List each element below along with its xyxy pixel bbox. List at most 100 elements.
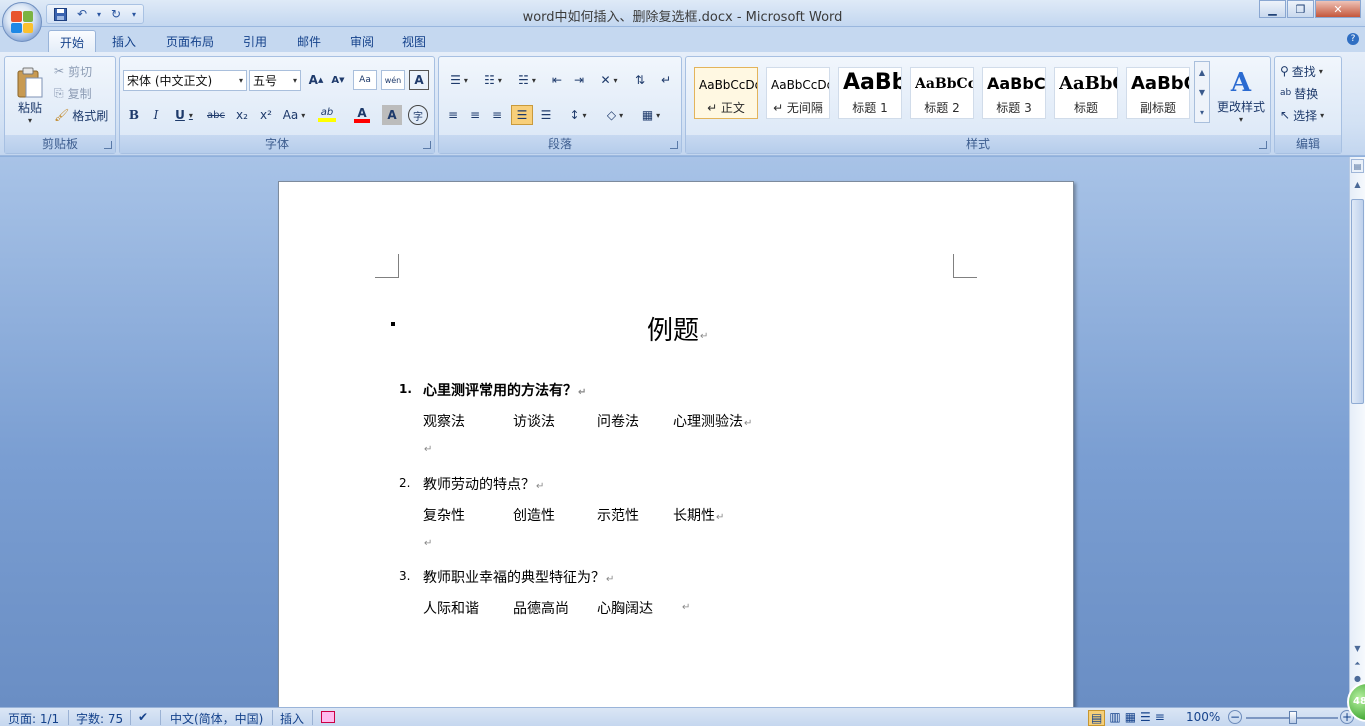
char-shading-button[interactable]: A [382, 105, 402, 125]
answer-option[interactable]: 人际和谐 [423, 598, 479, 618]
question-text[interactable]: 教师劳动的特点？↵ [423, 474, 544, 494]
scroll-down-icon[interactable]: ▼ [1199, 88, 1205, 97]
draft-view-icon[interactable]: ≡ [1155, 710, 1165, 726]
document-page[interactable]: 例题↵ 1. 心里测评常用的方法有？↵ 观察法 访谈法 问卷法 心理测验法↵ ↵… [278, 181, 1074, 726]
strikethrough-button[interactable]: abc [204, 105, 228, 125]
answer-option[interactable]: 复杂性 [423, 505, 465, 525]
format-painter-button[interactable]: 🖌 格式刷 [53, 105, 115, 125]
increase-indent-button[interactable]: ⇥ [569, 70, 589, 90]
shading-button[interactable]: ◇ ▾ [599, 105, 631, 125]
line-spacing-button[interactable]: ↕ ▾ [563, 105, 593, 125]
enclose-char-button[interactable]: 字 [408, 105, 428, 125]
language-indicator[interactable]: 中文(简体，中国) [170, 710, 263, 726]
phonetic-guide-button[interactable]: wén [381, 70, 405, 90]
scroll-thumb[interactable] [1351, 199, 1364, 404]
answer-option[interactable]: 心胸阔达 [597, 598, 653, 618]
clear-format-button[interactable]: Aa [353, 70, 377, 90]
tab-mailings[interactable]: 邮件 [288, 30, 330, 52]
scroll-down-icon[interactable]: ▼ [1351, 641, 1364, 655]
zoom-slider-thumb[interactable] [1289, 711, 1297, 724]
word-count[interactable]: 字数: 75 [76, 710, 123, 726]
tab-view[interactable]: 视图 [393, 30, 435, 52]
copy-button[interactable]: ⎘ 复制 [53, 83, 113, 103]
print-layout-view-icon[interactable]: ▤ [1088, 710, 1106, 726]
proofing-icon[interactable]: ✔ [138, 710, 148, 724]
sort-button[interactable]: ⇅ [629, 70, 651, 90]
bold-button[interactable]: B [124, 105, 144, 125]
highlight-button[interactable]: ab [310, 105, 344, 125]
answer-option[interactable]: 长期性↵ [673, 505, 724, 525]
answer-option[interactable]: 观察法 [423, 411, 465, 431]
char-border-button[interactable]: A [409, 70, 429, 90]
grow-font-button[interactable]: A ▲ [306, 70, 326, 90]
style-heading-2[interactable]: AaBbCcI 标题 2 [910, 67, 974, 119]
font-launcher-icon[interactable] [423, 141, 431, 149]
question-text[interactable]: 心里测评常用的方法有？↵ [423, 380, 586, 400]
justify-button[interactable]: ☰ [511, 105, 533, 125]
help-icon[interactable]: ? [1347, 33, 1359, 45]
style-heading-3[interactable]: AaBbC 标题 3 [982, 67, 1046, 119]
styles-scroll[interactable]: ▲ ▼ ▾ [1194, 61, 1210, 123]
subscript-button[interactable]: x₂ [231, 105, 253, 125]
maximize-button[interactable]: ❐ [1287, 0, 1314, 18]
align-right-button[interactable]: ≡ [487, 105, 507, 125]
office-button[interactable] [2, 2, 42, 42]
answer-option[interactable]: 访谈法 [513, 411, 555, 431]
borders-button[interactable]: ▦ ▾ [635, 105, 667, 125]
shrink-font-button[interactable]: A ▼ [328, 70, 348, 90]
document-title[interactable]: 例题↵ [647, 310, 708, 347]
find-button[interactable]: ⚲ 查找 ▾ [1279, 61, 1339, 81]
align-left-button[interactable]: ≡ [443, 105, 463, 125]
font-name-select[interactable]: 宋体 (中文正文) ▾ [123, 70, 247, 91]
replace-button[interactable]: ab 替换 [1279, 83, 1339, 103]
tab-home[interactable]: 开始 [48, 30, 96, 52]
font-size-select[interactable]: 五号 ▾ [249, 70, 301, 91]
show-marks-button[interactable]: ↵ [655, 70, 677, 90]
prev-page-icon[interactable]: ⏶ [1351, 657, 1364, 671]
web-layout-view-icon[interactable]: ▦ [1125, 710, 1136, 726]
answer-option[interactable]: 创造性 [513, 505, 555, 525]
outline-view-icon[interactable]: ☰ [1140, 710, 1151, 726]
italic-button[interactable]: I [146, 105, 166, 125]
insert-mode[interactable]: 插入 [280, 710, 304, 726]
cut-button[interactable]: ✂ 剪切 [53, 61, 113, 81]
close-button[interactable]: ✕ [1315, 0, 1361, 18]
tab-review[interactable]: 审阅 [341, 30, 383, 52]
clipboard-launcher-icon[interactable] [104, 141, 112, 149]
change-styles-button[interactable]: A 更改样式 ▾ [1214, 61, 1268, 131]
vertical-scrollbar[interactable]: ▤ ▲ ▼ ⏶ ● [1349, 157, 1365, 707]
answer-option[interactable]: 问卷法 [597, 411, 639, 431]
minimize-button[interactable]: ▁ [1259, 0, 1286, 18]
decrease-indent-button[interactable]: ⇤ [547, 70, 567, 90]
paste-button[interactable]: 粘贴 ▾ [9, 61, 51, 131]
font-color-button[interactable]: A [346, 105, 378, 125]
style-heading-1[interactable]: AaBb 标题 1 [838, 67, 902, 119]
select-button[interactable]: ↖ 选择 ▾ [1279, 105, 1339, 125]
answer-option[interactable]: 心理测验法↵ [673, 411, 752, 431]
distributed-button[interactable]: ☰ [535, 105, 557, 125]
change-case-button[interactable]: Aa ▾ [279, 105, 309, 125]
style-no-spacing[interactable]: AaBbCcDd ↵ 无间隔 [766, 67, 830, 119]
numbering-button[interactable]: ☷ ▾ [477, 70, 509, 90]
align-center-button[interactable]: ≡ [465, 105, 485, 125]
page-count[interactable]: 页面: 1/1 [8, 710, 59, 726]
style-subtitle[interactable]: AaBbC 副标题 [1126, 67, 1190, 119]
answer-option[interactable]: 示范性 [597, 505, 639, 525]
tab-page-layout[interactable]: 页面布局 [160, 30, 220, 52]
multilevel-list-button[interactable]: ☵ ▾ [511, 70, 543, 90]
scroll-up-icon[interactable]: ▲ [1199, 68, 1205, 77]
more-icon[interactable]: ▾ [1200, 108, 1204, 117]
macro-record-icon[interactable] [321, 711, 335, 723]
style-normal[interactable]: AaBbCcDd ↵ 正文 [694, 67, 758, 119]
superscript-button[interactable]: x² [255, 105, 277, 125]
question-text[interactable]: 教师职业幸福的典型特征为？↵ [423, 567, 614, 587]
asian-layout-button[interactable]: ✕ ▾ [594, 70, 624, 90]
style-title[interactable]: AaBbC 标题 [1054, 67, 1118, 119]
scroll-up-icon[interactable]: ▲ [1351, 177, 1364, 191]
zoom-level[interactable]: 100% [1186, 710, 1220, 724]
ruler-toggle-icon[interactable]: ▤ [1351, 159, 1364, 173]
bullets-button[interactable]: ☰ ▾ [443, 70, 475, 90]
styles-launcher-icon[interactable] [1259, 141, 1267, 149]
tab-insert[interactable]: 插入 [102, 30, 146, 52]
underline-button[interactable]: U ▾ [170, 105, 198, 125]
